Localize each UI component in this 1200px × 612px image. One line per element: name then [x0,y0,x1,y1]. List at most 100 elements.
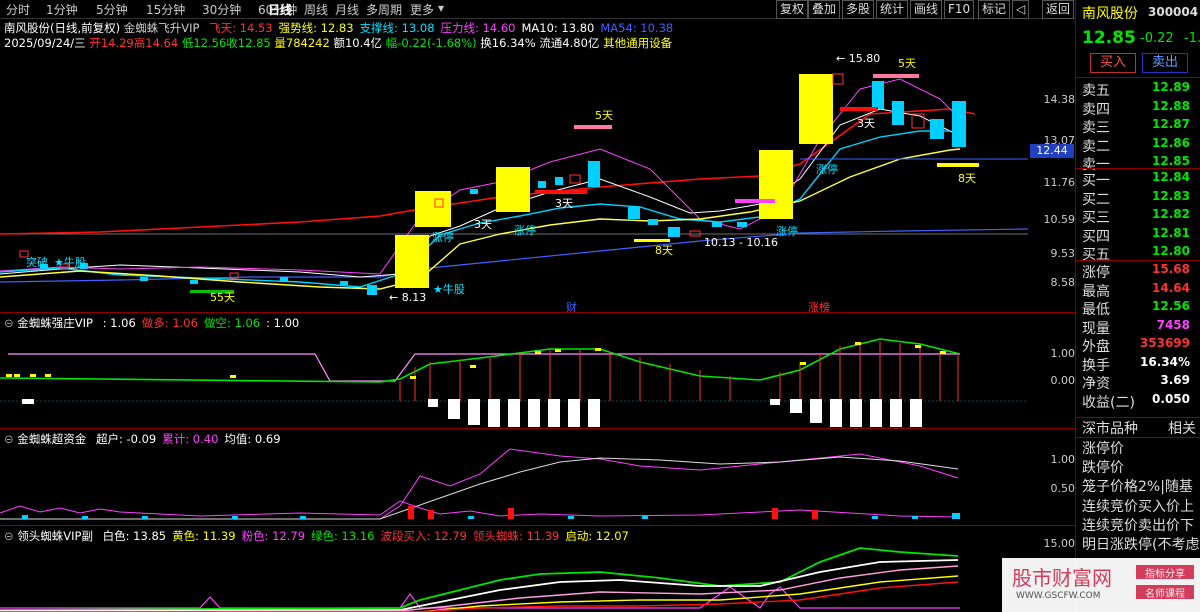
buy-button[interactable]: 买入 [1090,53,1136,73]
indicator2-svg [0,338,1028,427]
bid-row-value: 12.82 [1152,207,1190,221]
annotation-label: 突破 [26,256,48,269]
sell-button[interactable]: 卖出 [1142,53,1188,73]
period-tab-1min[interactable]: 1分钟 [46,1,78,18]
ask-row-label: 卖四 [1082,101,1110,118]
white-bars [22,399,922,427]
bid-row[interactable]: 买一 12.84 [1082,170,1200,189]
limitup-bar [799,74,833,144]
stat-row[interactable]: 最低 12.56 [1082,299,1200,318]
period-tab-daily[interactable]: 日线 [268,1,292,18]
rule-item: 涨停价 [1082,441,1124,457]
annotation-label: 55天 [210,291,235,304]
ask-row[interactable]: 卖四 12.88 [1082,98,1200,118]
indicator2-tick: 0.00 [1050,374,1076,387]
rule-item: 笼子价格2%|随基 [1082,479,1193,496]
period-tab-15min[interactable]: 15分钟 [146,1,185,18]
ask-row-label: 卖三 [1082,120,1110,136]
back-arrow-icon[interactable]: ◁ [1012,0,1030,19]
mark-button[interactable]: 标记 [978,0,1011,19]
stat-row[interactable]: 收益(二) 0.050 [1082,391,1200,411]
period-tab-more[interactable]: 更多 [410,1,434,18]
pane-separator[interactable] [0,525,1075,526]
stat-row[interactable]: 净资 3.69 [1082,373,1200,392]
overlay-button[interactable]: 叠加 [808,0,841,19]
indicator-value: 做多: 1.06 [141,316,198,330]
indicator-value: 粉色: 12.79 [241,529,306,543]
marker-bar [937,163,979,167]
indicator-value: 绿色: 13.16 [311,529,375,543]
pane-separator[interactable] [0,428,1075,429]
stat-row[interactable]: 现量 7458 [1082,318,1200,337]
multi-stock-button[interactable]: 多股 [842,0,875,19]
indicator-value: 白色: 13.85 [102,529,167,543]
indicator-value: 领头蜘蛛: 11.39 [472,529,560,543]
chevron-down-icon[interactable]: ▾ [438,1,444,15]
stat-row-label: 涨停 [1082,265,1110,281]
stock-code: 300004 [1148,5,1199,19]
marker-bar [840,107,878,111]
return-button[interactable]: 返回 [1042,0,1075,19]
bid-row-label: 买五 [1082,247,1110,263]
annotation-label: ★牛股 [54,256,86,269]
bid-row-label: 买二 [1082,191,1110,208]
limitup-bar [496,167,530,212]
stat-row[interactable]: 最高 14.64 [1082,281,1200,300]
period-tab-timeshare[interactable]: 分时 [6,1,30,18]
ask-row-value: 12.87 [1152,117,1190,131]
bid-row-label: 买四 [1082,228,1110,245]
annotation-label: 3天 [555,197,573,210]
annotation-label: ← 8.13 [389,291,427,304]
limitup-bar [759,150,793,219]
period-toolbar: 分时 1分钟 5分钟 15分钟 30分钟 60分钟 日线 周线 月线 多周期 更… [0,0,1200,19]
bid-row[interactable]: 买四 12.81 [1082,225,1200,245]
annotation-label: 8天 [655,244,673,257]
stat-row[interactable]: 外盘 353699 [1082,336,1200,355]
stat-row[interactable]: 换手 16.34% [1082,354,1200,374]
f10-button[interactable]: F10 [944,0,975,19]
marker-bar [574,125,612,129]
period-tab-30min[interactable]: 30分钟 [202,1,241,18]
indicator2-header: ⊝ 金蜘蛛强庄VIP : 1.06 做多: 1.06 做空: 1.06: 1.00 [4,316,300,330]
period-tab-5min[interactable]: 5分钟 [96,1,128,18]
limitup-bar [395,235,429,288]
adjust-button[interactable]: 复权 [776,0,809,19]
chart-area[interactable]: 南风股份(日线,前复权) 金蜘蛛飞升VIP 飞天: 14.53 强势线: 12.8… [0,19,1075,612]
stat-row-label: 最高 [1082,283,1110,300]
annotation-label: ← 15.80 [836,52,881,65]
statistics-button[interactable]: 统计 [876,0,909,19]
bid-row[interactable]: 买三 12.82 [1082,207,1200,226]
pane-separator[interactable] [0,312,1075,313]
stat-row-label: 现量 [1082,320,1110,337]
stat-row[interactable]: 涨停 15.68 [1082,262,1200,281]
stat-row-value: 12.56 [1152,299,1190,313]
ask-row-value: 12.88 [1152,98,1190,113]
indicator-value: 累计: 0.40 [162,432,219,446]
annotation-label: 8天 [958,172,976,185]
yellow-ticks [6,342,946,379]
period-tab-weekly[interactable]: 周线 [304,1,328,18]
ask-row[interactable]: 卖五 12.89 [1082,80,1200,99]
stat-row-value: 0.050 [1152,391,1190,406]
draw-button[interactable]: 画线 [910,0,943,19]
bid-row-label: 买一 [1082,173,1110,189]
annotation-label: 涨停 [816,163,838,176]
indicator3-svg [0,448,960,520]
annotation-label: 3天 [857,117,875,130]
ask-row[interactable]: 卖二 12.86 [1082,136,1200,155]
ask-row[interactable]: 卖三 12.87 [1082,117,1200,136]
indicator4-tick: 15.00 [1043,537,1076,550]
period-tab-multi[interactable]: 多周期 [366,1,402,18]
bid-row-value: 12.81 [1152,225,1190,240]
stat-row-value: 16.34% [1140,354,1190,369]
ask-row-value: 12.89 [1152,80,1190,94]
watermark: 股市财富网 WWW.GSCFW.COM 指标分享 名师课程 [1002,558,1200,612]
indicator-value: 超户: -0.09 [95,432,157,446]
annotation-label: 涨停 [432,231,454,244]
bid-row[interactable]: 买二 12.83 [1082,189,1200,208]
annotation-label: 5天 [595,109,613,122]
period-tab-monthly[interactable]: 月线 [335,1,359,18]
annotation-label: 涨停 [514,224,536,237]
rule-item: 明日涨跌停(不考虑 [1082,537,1200,553]
stat-row-value: 15.68 [1152,262,1190,276]
